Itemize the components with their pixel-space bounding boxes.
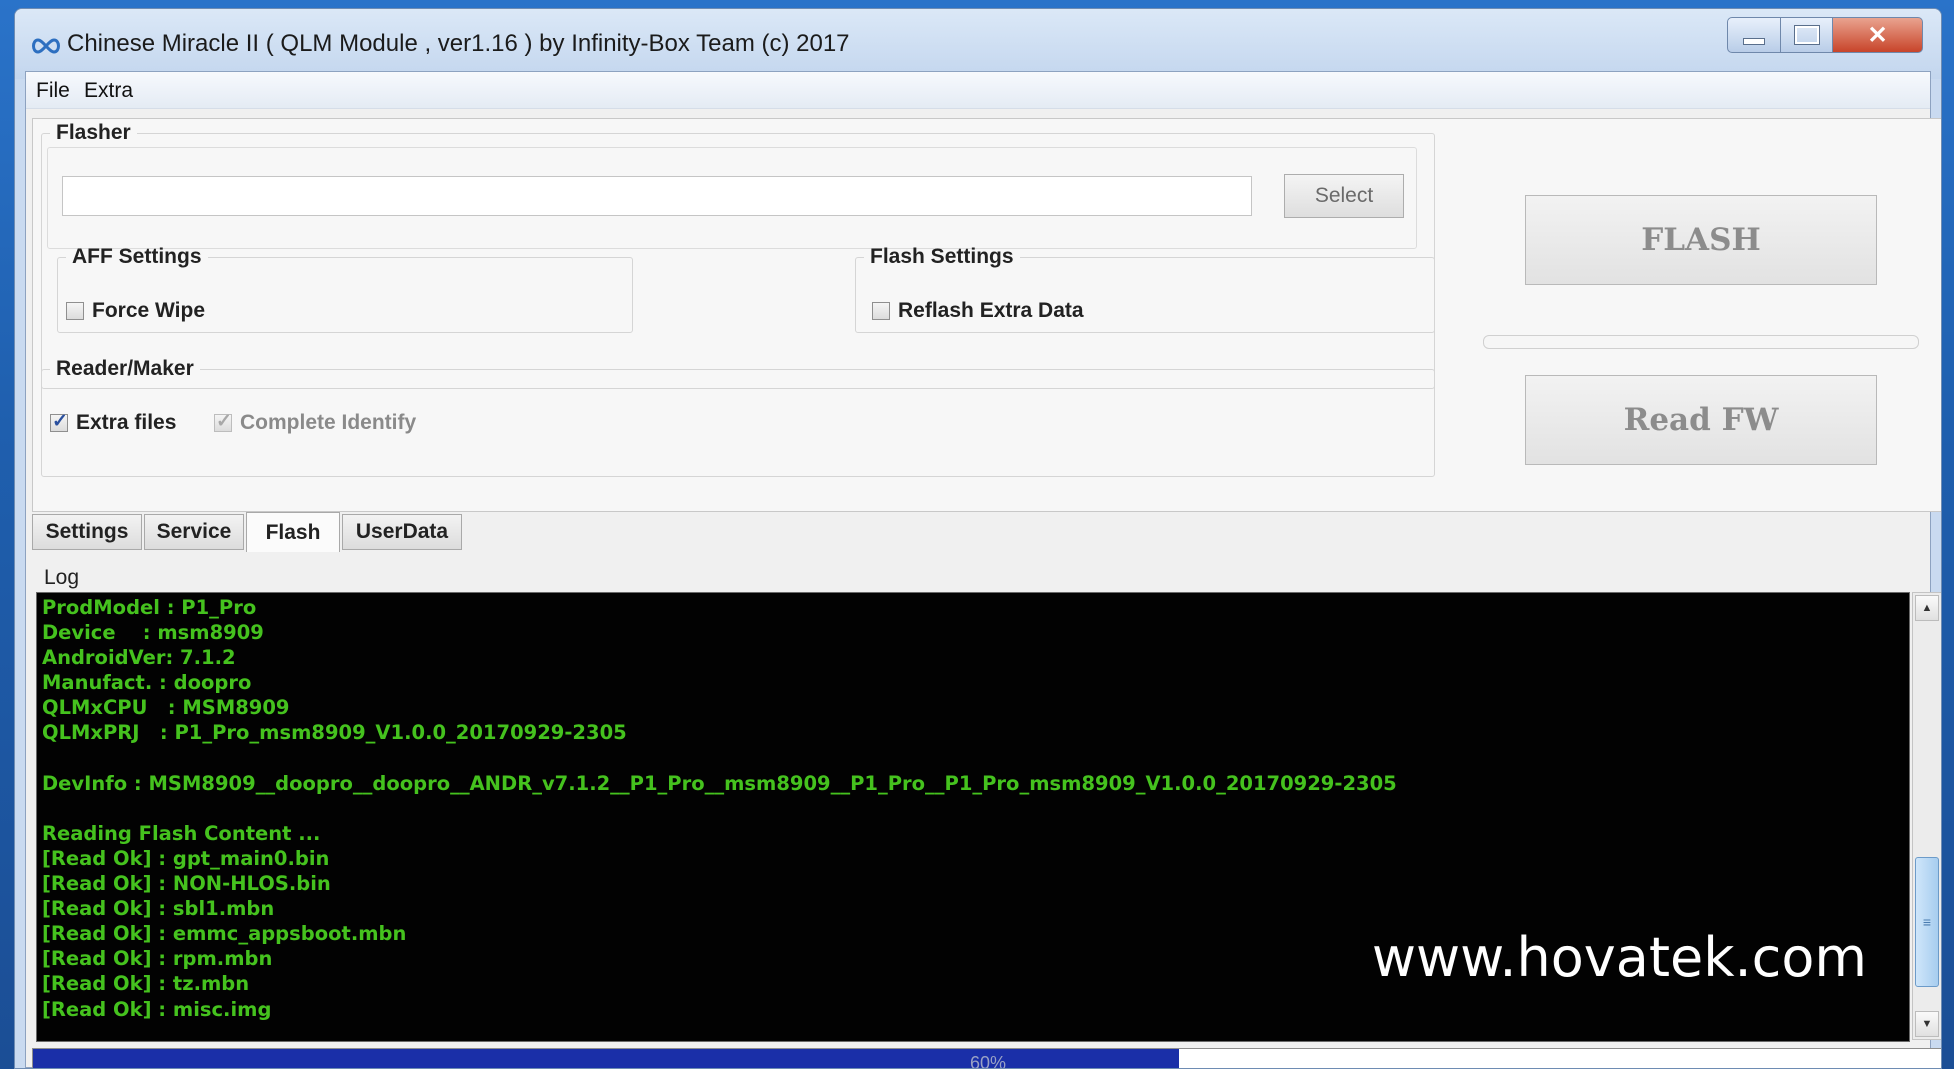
read-fw-button[interactable]: Read FW xyxy=(1525,375,1877,465)
reader-maker-group: Reader/Maker Extra files Complete Identi… xyxy=(41,357,1435,477)
maximize-button[interactable] xyxy=(1781,17,1833,53)
complete-identify-label: Complete Identify xyxy=(240,411,417,434)
reflash-extra-data-checkbox[interactable]: Reflash Extra Data xyxy=(872,299,1084,323)
force-wipe-checkbox[interactable]: Force Wipe xyxy=(66,299,205,323)
tab-bar: Settings Service Flash UserData xyxy=(32,512,464,552)
maximize-icon xyxy=(1793,25,1820,45)
flash-settings-legend: Flash Settings xyxy=(870,245,1014,268)
reader-maker-legend: Reader/Maker xyxy=(56,357,194,380)
tab-service[interactable]: Service xyxy=(144,514,244,550)
log-line: Manufact. : doopro xyxy=(42,671,252,695)
minimize-button[interactable] xyxy=(1727,17,1781,53)
firmware-path-input[interactable] xyxy=(62,176,1252,216)
window-title: Chinese Miracle II ( QLM Module , ver1.1… xyxy=(67,30,850,57)
scroll-down-arrow-icon[interactable]: ▼ xyxy=(1915,1011,1939,1037)
log-line: QLMxCPU : MSM8909 xyxy=(42,696,290,720)
log-lines: ProdModel : P1_Pro Device : msm8909 Androi… xyxy=(42,595,1397,1022)
infinity-logo-icon xyxy=(32,38,60,54)
flasher-legend: Flasher xyxy=(56,121,131,144)
aff-settings-legend: AFF Settings xyxy=(72,245,202,268)
progress-bar: 60% xyxy=(32,1048,1941,1069)
complete-identify-checkbox: Complete Identify xyxy=(214,410,417,435)
title-bar[interactable]: Chinese Miracle II ( QLM Module , ver1.1… xyxy=(15,9,1941,79)
menu-file[interactable]: File xyxy=(36,79,70,103)
force-wipe-label: Force Wipe xyxy=(92,299,205,322)
log-line: [Read Ok] : emmc_appsboot.mbn xyxy=(42,922,407,946)
secondary-progress-bar xyxy=(1483,335,1919,349)
flash-button[interactable]: FLASH xyxy=(1525,195,1877,285)
log-line: [Read Ok] : sbl1.mbn xyxy=(42,897,275,921)
log-line: DevInfo : MSM8909__doopro__doopro__ANDR_… xyxy=(42,771,1397,795)
aff-settings-group: AFF Settings Force Wipe xyxy=(57,245,633,333)
complete-identify-box xyxy=(214,410,232,433)
tab-userdata[interactable]: UserData xyxy=(342,514,462,550)
log-label: Log xyxy=(44,566,80,589)
scroll-up-arrow-icon[interactable]: ▲ xyxy=(1915,595,1939,621)
select-button[interactable]: Select xyxy=(1284,174,1404,218)
log-console[interactable]: ProdModel : P1_Pro Device : msm8909 Androi… xyxy=(36,592,1910,1042)
flasher-file-group: Select xyxy=(47,147,1417,249)
log-line: [Read Ok] : gpt_main0.bin xyxy=(42,846,330,870)
close-icon: ✕ xyxy=(1867,21,1888,49)
reflash-extra-data-box[interactable] xyxy=(872,302,890,320)
log-line: QLMxPRJ : P1_Pro_msm8909_V1.0.0_20170929… xyxy=(42,721,627,745)
main-panel: Flasher Select AFF Settings Force Wipe F… xyxy=(32,118,1941,512)
extra-files-box[interactable] xyxy=(50,410,68,433)
menu-extra[interactable]: Extra xyxy=(84,79,133,103)
force-wipe-box[interactable] xyxy=(66,302,84,320)
reflash-extra-data-label: Reflash Extra Data xyxy=(898,299,1084,322)
log-line: ProdModel : P1_Pro xyxy=(42,596,257,619)
log-line: [Read Ok] : tz.mbn xyxy=(42,972,250,996)
log-line: AndroidVer: 7.1.2 xyxy=(42,646,236,670)
extra-files-label: Extra files xyxy=(76,411,177,434)
close-button[interactable]: ✕ xyxy=(1833,17,1923,53)
flash-settings-group: Flash Settings Reflash Extra Data xyxy=(855,245,1435,333)
log-line: [Read Ok] : rpm.mbn xyxy=(42,947,273,971)
menu-bar: File Extra xyxy=(26,72,1930,109)
tab-settings[interactable]: Settings xyxy=(32,514,142,550)
scrollbar-thumb[interactable]: ≡ xyxy=(1915,857,1939,987)
tab-flash[interactable]: Flash xyxy=(246,512,340,552)
window-controls: ✕ xyxy=(1727,17,1923,55)
log-line: Device : msm8909 xyxy=(42,621,264,645)
progress-text: 60% xyxy=(969,1053,1007,1069)
log-line: [Read Ok] : misc.img xyxy=(42,997,272,1021)
watermark: www.hovatek.com xyxy=(1371,926,1867,989)
app-window: Chinese Miracle II ( QLM Module , ver1.1… xyxy=(14,8,1942,1069)
log-scrollbar[interactable]: ▲ ≡ ▼ xyxy=(1912,592,1941,1040)
minimize-icon xyxy=(1743,37,1765,45)
client-area: File Extra Flasher Select AFF Settings F… xyxy=(25,71,1941,1068)
log-line: Reading Flash Content ... xyxy=(42,821,321,845)
extra-files-checkbox[interactable]: Extra files xyxy=(50,410,177,435)
log-line: [Read Ok] : NON-HLOS.bin xyxy=(42,872,331,896)
